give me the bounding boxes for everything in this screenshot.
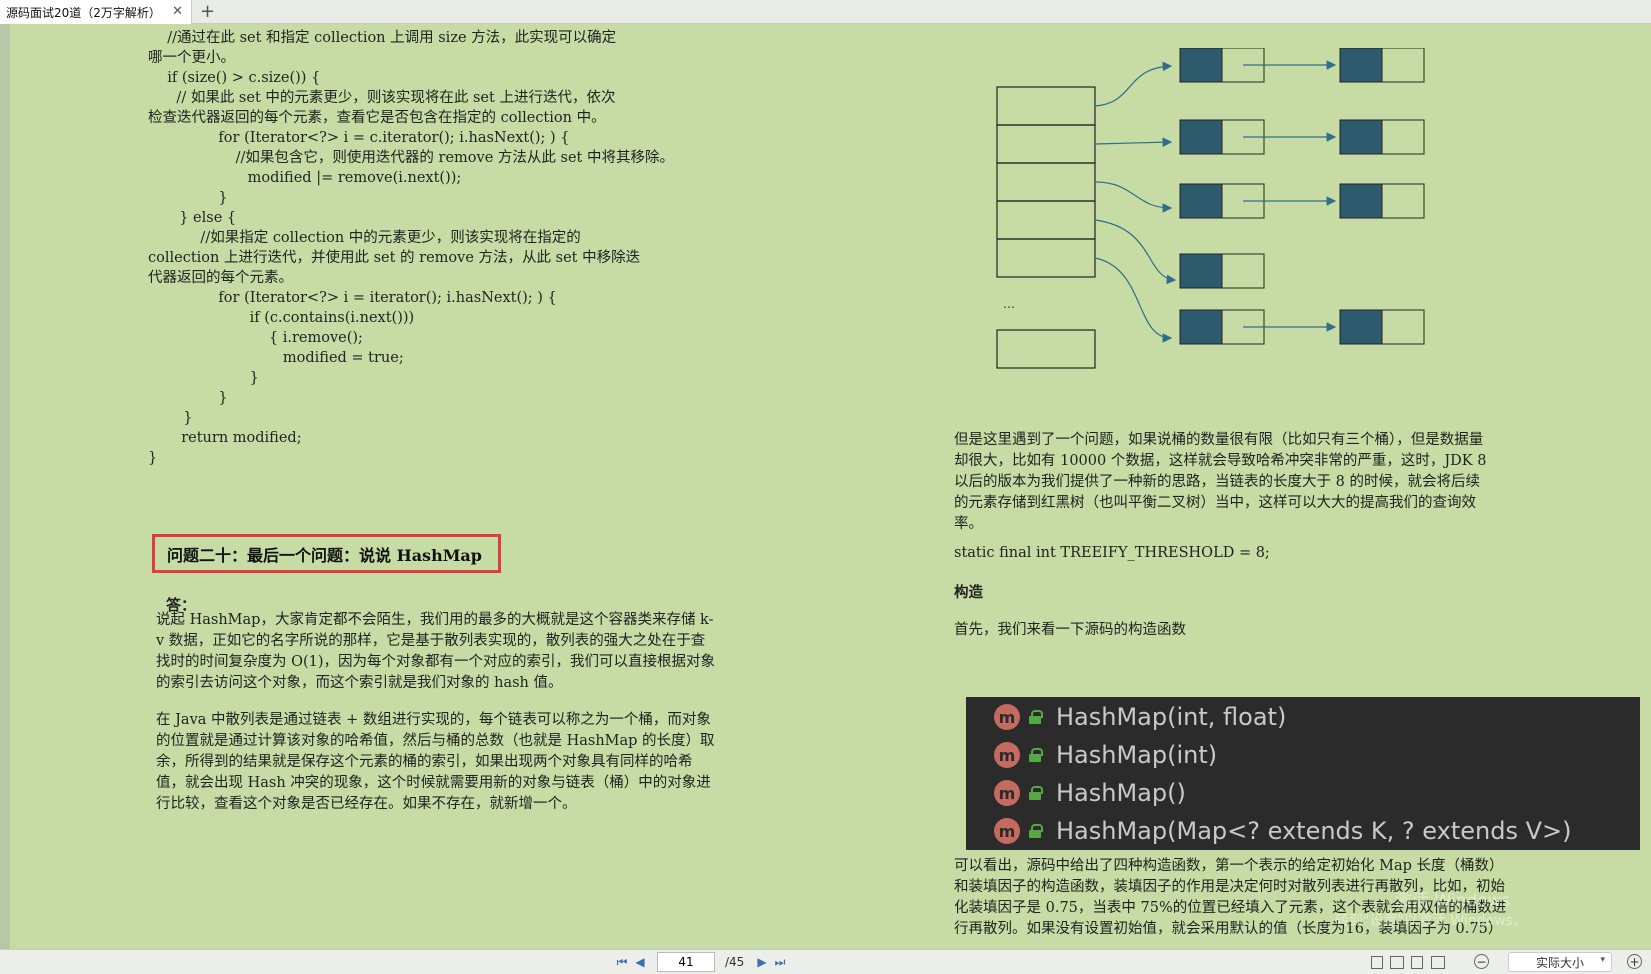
code-line: //通过在此 set 和指定 collection 上调用 size 方法，此实… [158,30,617,46]
lock-icon [1028,824,1043,838]
document-page: //通过在此 set 和指定 collection 上调用 size 方法，此实… [10,24,1651,949]
code-line: { i.remove(); [232,330,363,346]
constructor-signature: HashMap(int, float) [1056,703,1287,731]
zoom-in-icon[interactable]: + [1627,954,1642,969]
constructor-signature: HashMap() [1056,779,1186,807]
bucket-slot [996,238,1096,278]
paragraph-hashmap-structure: 在 Java 中散列表是通过链表 + 数组进行实现的，每个链表可以称之为一个桶，… [156,712,715,812]
page-total: /45 [725,955,745,969]
constructor-item: m HashMap(Map<? extends K, ? extends V>) [994,813,1571,849]
prev-page-icon[interactable]: ◀ [633,955,647,969]
code-line: } [148,450,158,466]
constructor-item: m HashMap(int) [994,737,1217,773]
code-line: modified |= remove(i.next()); [220,170,462,186]
linked-nodes [1179,48,1425,345]
chevron-down-icon: ▾ [1600,955,1605,965]
bucket-slot [996,162,1096,202]
paragraph-hashmap-intro: 说起 HashMap，大家肯定都不会陌生，我们用的最多的大概就是这个容器类来存储… [156,612,716,691]
method-icon: m [994,818,1020,844]
diagram-ellipsis: … [1003,297,1015,311]
code-treeify-threshold: static final int TREEIFY_THRESHOLD = 8; [954,545,1270,561]
double-page-view-icon[interactable] [1390,956,1404,969]
code-line: 检查迭代器返回的每个元素，查看它是否包含在指定的 collection 中。 [148,110,606,126]
single-page-view-icon[interactable] [1371,956,1383,969]
paragraph-constructor-intro: 首先，我们来看一下源码的构造函数 [954,622,1186,638]
code-line: } [200,190,228,206]
list-node [1339,119,1425,155]
section-title-constructor: 构造 [954,584,983,601]
constructor-signature: HashMap(Map<? extends K, ? extends V>) [1056,817,1572,845]
code-line: for (Iterator<?> i = c.iterator(); i.has… [200,130,570,146]
constructor-list-image: m HashMap(int, float) m HashMap(int) m H… [966,697,1640,850]
zoom-level: 实际大小 [1535,955,1584,970]
code-line: //如果包含它，则使用迭代器的 remove 方法从此 set 中将其移除。 [208,150,674,166]
last-page-icon[interactable]: ⏭ [773,955,787,969]
method-icon: m [994,704,1020,730]
lock-icon [1028,748,1043,762]
bucket-slot [996,86,1096,126]
bucket-array [996,86,1096,369]
code-line: } else { [170,210,237,226]
constructor-signature: HashMap(int) [1056,741,1218,769]
list-node [1339,48,1425,83]
code-line: 代器返回的每个元素。 [148,270,293,286]
code-line: if (c.contains(i.next())) [222,310,415,326]
code-line: 哪一个更小。 [148,50,235,66]
code-line: // 如果此 set 中的元素更少，则该实现将在此 set 上进行迭代，依次 [158,90,616,106]
lock-icon [1028,786,1043,800]
zoom-select[interactable]: 实际大小 ▾ [1508,952,1612,972]
code-line: } [222,370,259,386]
hash-bucket-diagram: … [996,48,1425,369]
next-page-icon[interactable]: ▶ [755,955,769,969]
activation-watermark-title: 激活 Windows [1395,891,1511,911]
code-line: } [174,410,193,426]
method-icon: m [994,780,1020,806]
constructor-item: m HashMap() [994,775,1186,811]
tab-title: 源码面试20道（2万字解析） [6,5,161,20]
code-line: modified = true; [246,350,404,366]
constructor-item: m HashMap(int, float) [994,699,1286,735]
add-tab-icon[interactable]: + [200,1,215,22]
list-node [1339,309,1425,345]
code-line: collection 上进行迭代，并使用此 set 的 remove 方法，从此… [148,250,641,266]
activation-watermark-hint: 转到"设置"以激活 Windows。 [1335,913,1527,929]
bucket-slot [996,200,1096,240]
zoom-out-icon[interactable]: − [1474,954,1489,969]
left-gutter [0,24,10,949]
code-line: return modified; [172,430,302,446]
code-line: if (size() > c.size()) { [158,70,321,86]
document-tab[interactable]: 源码面试20道（2万字解析） ✕ [0,0,192,24]
code-line: for (Iterator<?> i = iterator(); i.hasNe… [200,290,557,306]
continuous-view-icon[interactable] [1411,956,1423,969]
question-title: 问题二十：最后一个问题：说说 HashMap [167,545,482,565]
page-number-input[interactable] [657,952,715,972]
code-line: //如果指定 collection 中的元素更少，则该实现将在指定的 [182,230,581,246]
continuous-double-view-icon[interactable] [1431,956,1445,969]
list-node [1179,253,1265,289]
bucket-links [1094,61,1177,343]
question-heading: 问题二十：最后一个问题：说说 HashMap [152,534,501,573]
bottom-toolbar: ⏮ ◀ /45 ▶ ⏭ − 实际大小 ▾ + [0,949,1651,974]
bucket-slot [996,124,1096,164]
list-node [1339,183,1425,219]
bucket-slot-last [996,329,1096,369]
first-page-icon[interactable]: ⏮ [615,955,629,969]
tab-bar: 源码面试20道（2万字解析） ✕ + [0,0,1651,24]
lock-icon [1028,710,1043,724]
paragraph-treeify: 但是这里遇到了一个问题，如果说桶的数量很有限（比如只有三个桶），但是数据量却很大… [954,432,1487,532]
code-line: } [200,390,228,406]
close-icon[interactable]: ✕ [172,4,183,19]
method-icon: m [994,742,1020,768]
